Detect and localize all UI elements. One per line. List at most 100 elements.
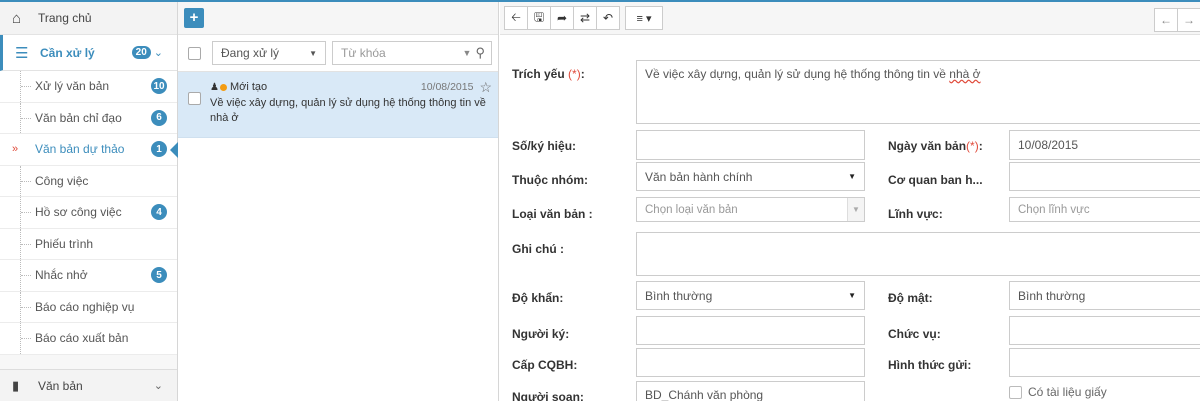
back-icon: 🡠: [511, 9, 521, 24]
star-icon[interactable]: ☆: [479, 79, 492, 96]
sidebar-item-label: Văn bản chỉ đạo: [35, 110, 122, 125]
list-filter-bar: Đang xử lý ▼ Từ khóa ▼ ⚲: [178, 35, 498, 72]
sidebar-item-home[interactable]: ⌂ Trang chủ: [0, 2, 177, 35]
menu-icon: ≡ ▾: [636, 12, 652, 25]
forward-icon: ➦: [556, 11, 568, 25]
sidebar-item-label: Báo cáo nghiệp vụ: [35, 299, 135, 314]
sidebar-item-nhac-nho[interactable]: Nhắc nhở 5: [0, 260, 177, 292]
linh-vuc-select[interactable]: Chọn lĩnh vực: [1009, 197, 1200, 222]
keyword-placeholder: Từ khóa: [341, 46, 386, 60]
ngay-van-ban-field[interactable]: 10/08/2015: [1009, 130, 1200, 160]
trich-yeu-field[interactable]: Về việc xây dựng, quản lý sử dụng hệ thố…: [636, 60, 1200, 124]
document-title: Về việc xây dựng, quản lý sử dụng hệ thố…: [210, 97, 486, 124]
list-toolbar: +: [178, 2, 498, 35]
add-document-button[interactable]: +: [184, 8, 204, 28]
caret-down-icon: ▼: [848, 291, 856, 300]
document-date: 10/08/2015: [420, 81, 474, 93]
status-filter-select[interactable]: Đang xử lý ▼: [212, 41, 326, 65]
active-arrow-icon: »: [12, 143, 19, 156]
sidebar-item-phieu-trinh[interactable]: Phiếu trình: [0, 228, 177, 260]
sidebar-item-label: Phiếu trình: [35, 236, 94, 251]
prev-button[interactable]: ←: [1154, 8, 1178, 32]
status-filter-value: Đang xử lý: [221, 46, 280, 60]
sidebar-group-van-ban[interactable]: ▮ Văn bản ⌄: [0, 369, 177, 401]
sidebar-group-label: Văn bản: [38, 378, 83, 393]
retweet-icon: ⇄: [579, 11, 591, 25]
count-badge: 5: [151, 267, 167, 284]
count-badge: 20: [131, 46, 151, 59]
checkbox-box[interactable]: [1009, 385, 1022, 399]
caret-down-icon: ▼: [848, 172, 856, 181]
book-icon: ▮: [12, 377, 20, 393]
save-button[interactable]: 🖫: [527, 6, 551, 30]
inbox-icon: ☰: [15, 44, 29, 62]
back-button[interactable]: 🡠: [504, 6, 528, 30]
loai-van-ban-select[interactable]: Chọn loại văn bản ▼: [636, 197, 865, 222]
do-khan-select[interactable]: Bình thường ▼: [636, 281, 865, 310]
status-dot: [219, 83, 227, 91]
sidebar-item-label: Văn bản dự thảo: [35, 142, 125, 157]
undo-icon: ↶: [602, 11, 614, 25]
chevron-down-icon: ⌄: [153, 380, 163, 392]
hinh-thuc-gui-field[interactable]: [1009, 348, 1200, 377]
trich-yeu-label: Trích yếu (*):: [512, 67, 585, 81]
caret-down-icon[interactable]: ▼: [463, 48, 472, 58]
retweet-button[interactable]: ⇄: [573, 6, 597, 30]
sidebar-item-xu-ly-van-ban[interactable]: Xử lý văn bản 10: [0, 71, 177, 103]
document-detail-panel: 🡠 🖫 ➦ ⇄ ↶ ≡ ▾ ← → Trích yếu (*): Về việc…: [500, 2, 1200, 401]
co-quan-ban-hanh-field[interactable]: [1009, 162, 1200, 191]
sidebar-item-label: Công việc: [35, 173, 89, 188]
do-khan-label: Độ khẩn:: [512, 291, 564, 305]
sidebar: ⌂ Trang chủ ☰ Cần xử lý 20 ⌄ Xử lý văn b…: [0, 2, 178, 401]
so-ky-hieu-label: Số/ký hiệu:: [512, 139, 577, 153]
detail-toolbar: 🡠 🖫 ➦ ⇄ ↶ ≡ ▾ ← →: [500, 2, 1200, 35]
status-badge: Mới tạo: [229, 81, 268, 93]
sidebar-item-ho-so-cong-viec[interactable]: Hồ sơ công việc 4: [0, 197, 177, 229]
pager-nav: ← →: [1154, 8, 1200, 32]
sidebar-item-label: Xử lý văn bản: [35, 79, 110, 94]
search-icon[interactable]: ⚲: [475, 45, 485, 61]
co-tai-lieu-giay-checkbox[interactable]: Có tài liệu giấy: [1009, 385, 1107, 399]
sidebar-item-van-ban-du-thao[interactable]: » Văn bản dự thảo 1: [0, 134, 178, 166]
count-badge: 4: [151, 204, 167, 221]
do-mat-field[interactable]: Bình thường: [1009, 281, 1200, 310]
sidebar-group-can-xu-ly[interactable]: ☰ Cần xử lý 20 ⌄: [0, 35, 177, 71]
chevron-down-icon: ⌄: [153, 47, 163, 59]
next-button[interactable]: →: [1177, 8, 1200, 32]
co-quan-ban-hanh-label: Cơ quan ban h...: [888, 173, 983, 187]
ghi-chu-label: Ghi chú :: [512, 242, 564, 256]
thuoc-nhom-select[interactable]: Văn bản hành chính ▼: [636, 162, 865, 191]
forward-button[interactable]: ➦: [550, 6, 574, 30]
nguoi-soan-field[interactable]: BD_Chánh văn phòng: [636, 381, 865, 401]
so-ky-hieu-field[interactable]: [636, 130, 865, 160]
row-checkbox[interactable]: [188, 92, 201, 105]
sidebar-item-label: Báo cáo xuất bản: [35, 331, 129, 346]
cap-cqbh-label: Cấp CQBH:: [512, 358, 578, 372]
sidebar-item-van-ban-chi-dao[interactable]: Văn bản chỉ đạo 6: [0, 102, 177, 134]
sidebar-item-label: Hồ sơ công việc: [35, 205, 122, 220]
ngay-van-ban-label: Ngày văn bản(*):: [888, 139, 983, 153]
chuc-vu-field[interactable]: [1009, 316, 1200, 345]
document-list-panel: + Đang xử lý ▼ Từ khóa ▼ ⚲ ♟ Mới tạo 10/…: [178, 2, 499, 401]
sidebar-item-cong-viec[interactable]: Công việc: [0, 165, 177, 197]
sidebar-item-bao-cao-xuat-ban[interactable]: Báo cáo xuất bản: [0, 323, 177, 355]
save-icon: 🖫: [533, 9, 545, 24]
sidebar-item-bao-cao-nghiep-vu[interactable]: Báo cáo nghiệp vụ: [0, 291, 177, 323]
linh-vuc-label: Lĩnh vực:: [888, 207, 943, 221]
do-mat-label: Độ mật:: [888, 291, 933, 305]
count-badge: 6: [151, 109, 167, 126]
ghi-chu-field[interactable]: [636, 232, 1200, 276]
hinh-thuc-gui-label: Hình thức gửi:: [888, 358, 972, 372]
user-icon: ♟: [210, 81, 219, 93]
nguoi-soan-label: Người soạn:: [512, 390, 584, 401]
undo-button[interactable]: ↶: [596, 6, 620, 30]
caret-down-icon: ▼: [847, 198, 864, 221]
nguoi-ky-field[interactable]: [636, 316, 865, 345]
nguoi-ky-label: Người ký:: [512, 327, 570, 341]
keyword-search-input[interactable]: Từ khóa ▼ ⚲: [332, 41, 492, 65]
list-item[interactable]: ♟ Mới tạo 10/08/2015 ☆ Về việc xây dựng,…: [178, 72, 498, 138]
select-all-checkbox[interactable]: [188, 46, 201, 60]
sidebar-group-label: Cần xử lý: [40, 45, 95, 60]
cap-cqbh-field[interactable]: [636, 348, 865, 377]
more-menu-button[interactable]: ≡ ▾: [625, 6, 663, 30]
